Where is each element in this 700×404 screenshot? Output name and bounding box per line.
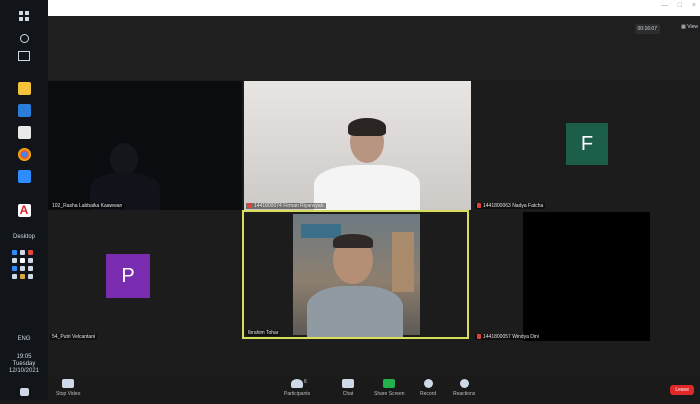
- clock-date[interactable]: 12/10/2021: [0, 368, 48, 374]
- video-tile[interactable]: 1441800074 Firman Riyansyah: [244, 81, 471, 210]
- file-explorer-button[interactable]: [0, 76, 48, 100]
- task-view-icon: [18, 51, 30, 61]
- chat-label: Chat: [342, 391, 354, 397]
- participant-name: 54_Putri Velcantani: [50, 334, 98, 340]
- participant-silhouette: [110, 143, 138, 175]
- mic-muted-icon: [477, 334, 481, 340]
- background-screen: [301, 224, 341, 238]
- participant-name: 1441800057 Windya Dini: [475, 334, 541, 340]
- task-view-button[interactable]: [0, 44, 48, 68]
- close-button[interactable]: ×: [692, 2, 696, 9]
- share-screen-button[interactable]: Share Screen: [374, 379, 405, 397]
- participant-shirt: [307, 286, 403, 337]
- system-tray[interactable]: [12, 250, 38, 279]
- chrome-icon: [17, 147, 31, 161]
- background-shelf: [392, 232, 414, 292]
- participant-hair: [348, 118, 386, 136]
- zoom-window: — □ × 00:16:07 ▦ View 102_Rasha Labbaika…: [48, 0, 700, 400]
- notification-icon: [19, 388, 29, 396]
- view-label: View: [687, 24, 698, 30]
- record-label: Record: [420, 391, 437, 397]
- tray-icon[interactable]: [28, 274, 33, 279]
- tray-icon[interactable]: [20, 274, 25, 279]
- participants-icon: [291, 379, 304, 388]
- share-screen-icon: [383, 379, 396, 388]
- acrobat-icon: A: [17, 203, 31, 217]
- chrome-button[interactable]: [0, 142, 48, 166]
- participant-shirt: [314, 165, 420, 210]
- acrobat-button[interactable]: A: [0, 198, 48, 222]
- clock-day[interactable]: Tuesday: [0, 361, 48, 367]
- tray-icon[interactable]: [28, 266, 33, 271]
- record-button[interactable]: Record: [420, 379, 436, 397]
- video-tile[interactable]: 102_Rasha Labbaika Kaawwan: [48, 81, 242, 210]
- tray-icon[interactable]: [12, 258, 17, 263]
- share-screen-label: Share Screen: [374, 391, 405, 397]
- zoom-icon: [17, 169, 31, 183]
- record-icon: [423, 379, 433, 388]
- participant-name: 102_Rasha Labbaika Kaawwan: [50, 203, 125, 209]
- chat-icon: [342, 379, 354, 388]
- title-bar: — □ ×: [48, 0, 700, 16]
- clock-time[interactable]: 19:05: [0, 354, 48, 360]
- store-button[interactable]: [0, 120, 48, 144]
- language-indicator[interactable]: ENG: [0, 336, 48, 342]
- maximize-button[interactable]: □: [678, 2, 682, 9]
- notifications-button[interactable]: [0, 380, 48, 404]
- leave-button[interactable]: Leave: [670, 385, 694, 395]
- tray-icon[interactable]: [28, 258, 33, 263]
- search-icon: [19, 33, 29, 43]
- participants-label: Participants: [284, 391, 311, 397]
- stop-video-label: Stop Video: [56, 391, 81, 397]
- tray-icon[interactable]: [12, 266, 17, 271]
- speaker-video: [293, 214, 420, 337]
- tray-icon[interactable]: [28, 250, 33, 255]
- minimize-button[interactable]: —: [661, 2, 668, 9]
- windows-icon: [19, 11, 29, 21]
- tray-icon[interactable]: [12, 250, 17, 255]
- mic-muted-icon: [477, 203, 481, 209]
- start-button[interactable]: [0, 4, 48, 28]
- active-speaker-tile[interactable]: Ibrahim Tohar: [242, 210, 469, 339]
- windows-taskbar: A Desktop ENG 19:05 Tuesday 12/10/2021: [0, 0, 48, 400]
- participant-name: Ibrahim Tohar: [246, 330, 281, 336]
- avatar-initial: F: [566, 123, 608, 165]
- meeting-timer: 00:16:07: [634, 24, 660, 34]
- video-camera-icon: [62, 379, 75, 388]
- participant-name: 1441800063 Nadya Fatcha: [475, 203, 546, 209]
- participants-count: 6: [304, 379, 307, 385]
- tray-icon[interactable]: [20, 258, 25, 263]
- zoom-taskbar-button[interactable]: [0, 164, 48, 188]
- reactions-label: Reactions: [453, 391, 476, 397]
- participant-hair: [333, 234, 373, 248]
- folder-icon: [17, 81, 31, 95]
- video-off-area: [523, 212, 650, 341]
- reactions-icon: [459, 379, 469, 388]
- mail-icon: [17, 103, 31, 117]
- tray-icon[interactable]: [20, 250, 25, 255]
- tray-icon[interactable]: [12, 274, 17, 279]
- mic-muted-icon: [248, 203, 252, 209]
- store-icon: [17, 125, 31, 139]
- video-tile[interactable]: 1441800057 Windya Dini: [473, 212, 700, 341]
- meeting-toolbar: Stop Video Participants 6 Chat Share Scr…: [48, 375, 700, 400]
- avatar-initial: P: [106, 254, 150, 298]
- tray-icon[interactable]: [20, 266, 25, 271]
- video-tile[interactable]: F 1441800063 Nadya Fatcha: [473, 81, 700, 210]
- stop-video-button[interactable]: Stop Video: [56, 379, 80, 397]
- meeting-header: [48, 16, 700, 80]
- desktop-label[interactable]: Desktop: [0, 234, 48, 240]
- mail-button[interactable]: [0, 98, 48, 122]
- reactions-button[interactable]: Reactions: [453, 379, 475, 397]
- video-tile[interactable]: P 54_Putri Velcantani: [48, 212, 242, 341]
- participant-name: 1441800074 Firman Riyansyah: [246, 203, 326, 209]
- chat-button[interactable]: Chat: [342, 379, 354, 397]
- view-button[interactable]: ▦ View: [681, 24, 698, 30]
